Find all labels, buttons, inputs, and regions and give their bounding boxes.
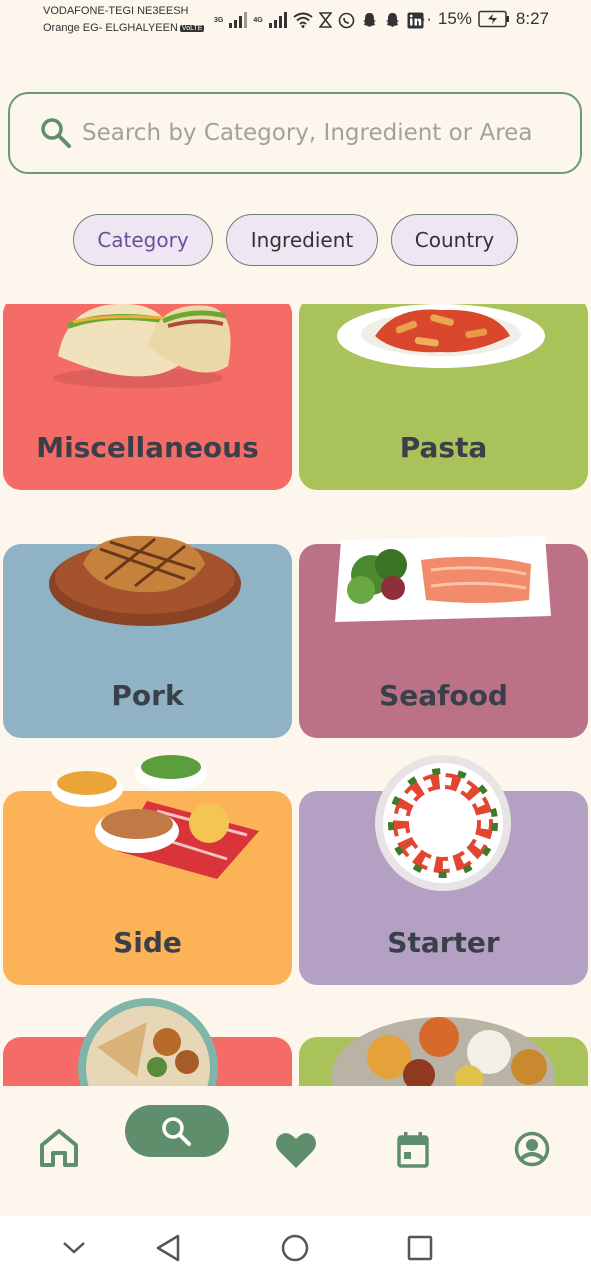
system-hide-button[interactable] bbox=[58, 1232, 90, 1264]
status-dots: ·· bbox=[420, 9, 432, 28]
category-card-partial-1[interactable] bbox=[3, 998, 292, 1086]
category-card-pasta[interactable]: Pasta bbox=[299, 304, 588, 490]
category-card-starter[interactable]: Starter bbox=[299, 755, 588, 985]
nav-profile[interactable] bbox=[513, 1130, 551, 1168]
snapchat-icon-2 bbox=[385, 12, 399, 27]
signal-icon-2 bbox=[268, 12, 287, 28]
battery-icon bbox=[478, 10, 509, 28]
category-label: Starter bbox=[387, 926, 500, 959]
bottom-nav bbox=[0, 1086, 591, 1216]
starter-image bbox=[375, 755, 511, 891]
side-image bbox=[51, 755, 259, 879]
search-icon bbox=[162, 1117, 191, 1146]
search-input[interactable] bbox=[82, 94, 572, 171]
hourglass-icon bbox=[318, 12, 332, 28]
nav-search[interactable] bbox=[125, 1105, 229, 1157]
status-bar: VODAFONE-TEGI NE3EESH Orange EG- ELGHALY… bbox=[0, 0, 591, 44]
filter-chip-country[interactable]: Country bbox=[391, 214, 518, 266]
filter-chip-ingredient[interactable]: Ingredient bbox=[226, 214, 378, 266]
carrier-2: Orange EG- ELGHALYEEN VoLTE bbox=[43, 22, 205, 34]
home-circle-icon bbox=[281, 1234, 309, 1262]
signal-icon bbox=[229, 12, 248, 28]
pork-image bbox=[49, 535, 241, 626]
category-card-seafood[interactable]: Seafood bbox=[299, 536, 588, 738]
whatsapp-icon bbox=[338, 12, 354, 28]
recents-icon bbox=[407, 1235, 433, 1261]
partial-food-image-2 bbox=[331, 1017, 555, 1086]
back-icon bbox=[156, 1234, 180, 1262]
category-label: Seafood bbox=[379, 679, 508, 712]
system-back-button[interactable] bbox=[152, 1232, 184, 1264]
category-grid[interactable]: Miscellaneous Pasta Pork Seafood Side St… bbox=[0, 304, 591, 1086]
network-type-1: 3G bbox=[214, 16, 224, 24]
filter-chip-category[interactable]: Category bbox=[73, 214, 213, 266]
status-icons: 3G 4G bbox=[214, 10, 424, 30]
system-home-button[interactable] bbox=[279, 1232, 311, 1264]
category-label: Miscellaneous bbox=[36, 431, 259, 464]
category-card-pork[interactable]: Pork bbox=[3, 535, 292, 738]
chevron-down-icon bbox=[63, 1242, 85, 1254]
category-label: Side bbox=[113, 926, 182, 959]
nav-planner[interactable] bbox=[395, 1130, 431, 1170]
pasta-image bbox=[337, 304, 545, 368]
taco-image bbox=[53, 304, 231, 388]
search-box[interactable] bbox=[8, 92, 582, 174]
battery-percent: 15% bbox=[437, 9, 472, 28]
seafood-image bbox=[335, 536, 551, 622]
volte-badge: VoLTE bbox=[179, 25, 205, 32]
category-card-side[interactable]: Side bbox=[3, 755, 292, 985]
wifi-icon bbox=[293, 12, 313, 28]
category-card-miscellaneous[interactable]: Miscellaneous bbox=[3, 304, 292, 490]
partial-food-image-1 bbox=[78, 998, 218, 1086]
category-label: Pork bbox=[111, 679, 184, 712]
system-nav-bar bbox=[0, 1216, 591, 1280]
heart-icon bbox=[276, 1133, 316, 1168]
snapchat-icon bbox=[362, 12, 376, 27]
carrier-1: VODAFONE-TEGI NE3EESH bbox=[43, 5, 189, 17]
calendar-icon bbox=[397, 1132, 429, 1168]
clock: 8:27 bbox=[515, 9, 549, 28]
home-icon bbox=[40, 1129, 78, 1167]
category-card-partial-2[interactable] bbox=[299, 1017, 588, 1086]
account-icon bbox=[514, 1131, 550, 1167]
search-icon bbox=[41, 118, 71, 148]
carrier-2-label: Orange EG- ELGHALYEEN bbox=[43, 22, 178, 34]
nav-home[interactable] bbox=[37, 1126, 81, 1170]
nav-favorites[interactable] bbox=[274, 1130, 318, 1170]
category-label: Pasta bbox=[399, 431, 488, 464]
system-recents-button[interactable] bbox=[404, 1232, 436, 1264]
status-right: ·· 15% 8:27 bbox=[421, 9, 549, 29]
network-type-2: 4G bbox=[253, 16, 263, 24]
